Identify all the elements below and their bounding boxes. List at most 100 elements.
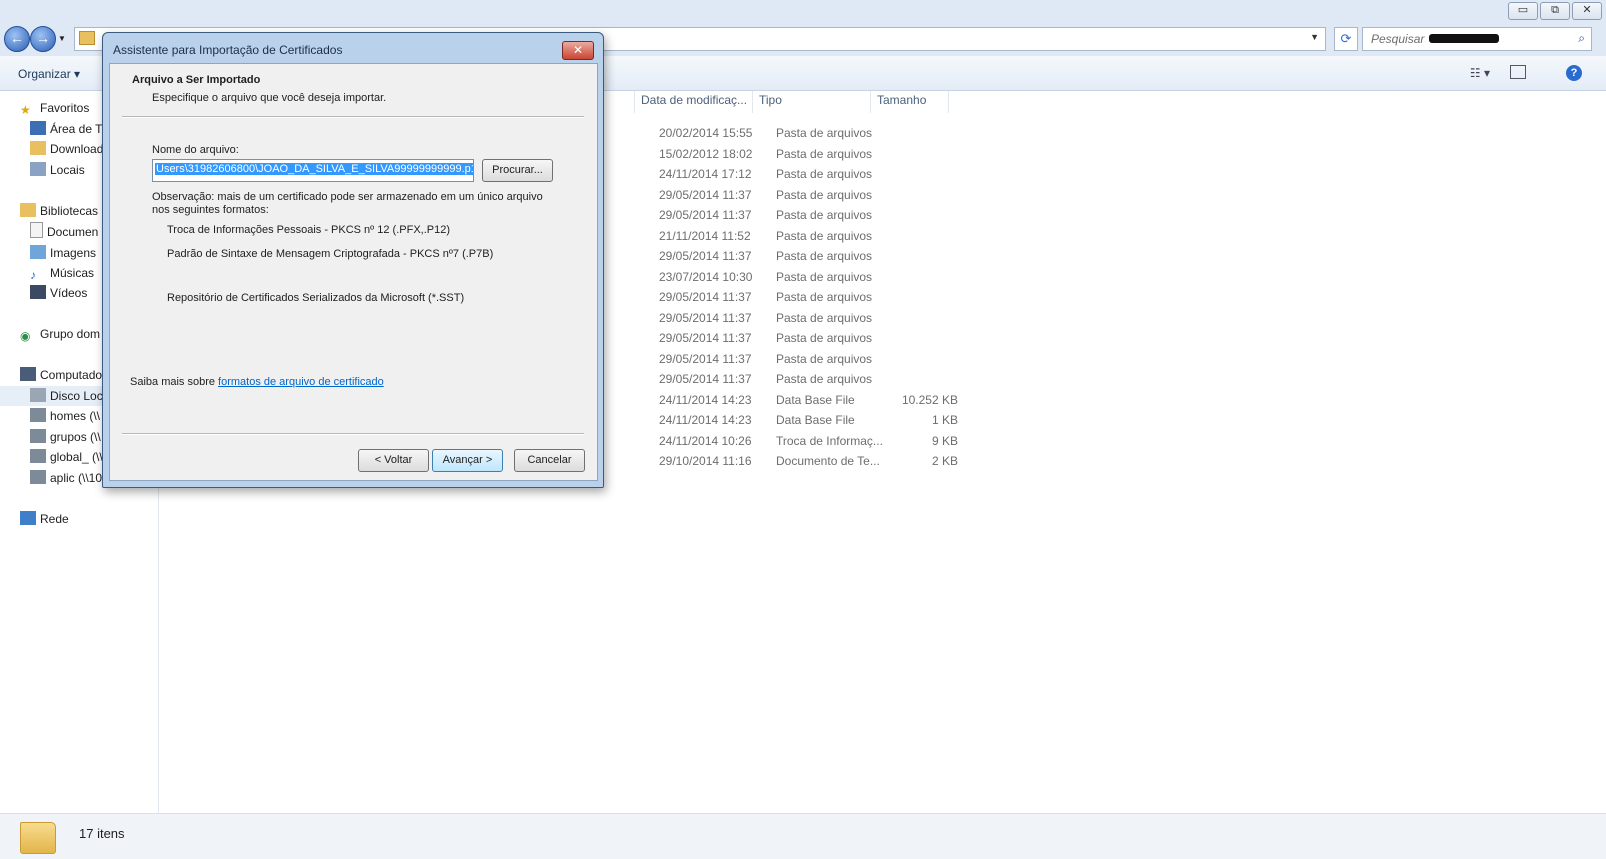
row-date: 29/05/2014 11:37 <box>659 311 752 325</box>
preview-pane-icon[interactable] <box>1510 65 1526 79</box>
nav-label: global_ (\\ <box>50 450 103 464</box>
table-row[interactable]: 29/05/2014 11:37 Pasta de arquivos <box>600 349 1000 369</box>
table-row[interactable]: 15/02/2012 18:02 Pasta de arquivos <box>600 144 1000 164</box>
next-button[interactable]: Avançar > <box>432 449 503 472</box>
nav-label: Grupo dom <box>40 327 101 341</box>
table-row[interactable]: 29/05/2014 11:37 Pasta de arquivos <box>600 287 1000 307</box>
row-type: Documento de Te... <box>776 454 880 468</box>
file-name-input[interactable]: Users\31982606800\JOAO_DA_SILVA_E_SILVA9… <box>152 159 474 182</box>
nav-label: Rede <box>40 512 69 526</box>
organize-menu[interactable]: Organizar ▾ <box>18 67 80 81</box>
row-size: 10.252 KB <box>901 393 958 407</box>
nav-label: Vídeos <box>50 286 88 300</box>
row-date: 20/02/2014 15:55 <box>659 126 753 140</box>
table-row[interactable]: 29/05/2014 11:37 Pasta de arquivos <box>600 328 1000 348</box>
row-size: 9 KB <box>931 434 958 448</box>
nav-drive-aplic[interactable]: aplic (\\10 <box>30 468 102 488</box>
table-row[interactable]: 23/07/2014 10:30 Pasta de arquivos <box>600 267 1000 287</box>
row-date: 21/11/2014 11:52 <box>659 229 751 243</box>
nav-label: Computado <box>40 368 103 382</box>
row-date: 29/10/2014 11:16 <box>659 454 752 468</box>
address-dropdown-icon[interactable]: ▼ <box>1310 32 1319 42</box>
dialog-close-button[interactable]: ✕ <box>562 41 594 60</box>
nav-drive-global[interactable]: global_ (\\ <box>30 447 103 467</box>
refresh-icon[interactable]: ⟳ <box>1334 27 1358 51</box>
table-row[interactable]: 24/11/2014 14:23 Data Base File 1 KB <box>600 410 1000 430</box>
network-icon <box>20 511 36 525</box>
format-p7b: Padrão de Sintaxe de Mensagem Criptograf… <box>167 248 494 260</box>
views-icon[interactable]: ☷ ▾ <box>1470 66 1490 80</box>
nav-pictures[interactable]: Imagens <box>30 243 96 263</box>
back-button[interactable]: < Voltar <box>358 449 429 472</box>
row-date: 24/11/2014 14:23 <box>659 393 752 407</box>
nav-computer[interactable]: Computado <box>20 365 102 385</box>
nav-desktop[interactable]: Área de Tr <box>30 119 106 139</box>
table-row[interactable]: 24/11/2014 10:26 Troca de Informaç... 9 KB <box>600 431 1000 451</box>
file-name-label: Nome do arquivo: <box>152 144 239 156</box>
column-separator <box>870 91 871 113</box>
row-type: Data Base File <box>776 413 855 427</box>
nav-videos[interactable]: Vídeos <box>30 283 87 303</box>
row-type: Pasta de arquivos <box>776 126 873 140</box>
row-type: Pasta de arquivos <box>776 270 873 284</box>
row-type: Pasta de arquivos <box>776 167 873 181</box>
folder-icon <box>79 31 95 45</box>
row-date: 29/05/2014 11:37 <box>659 372 752 386</box>
back-arrow-icon[interactable]: ← <box>4 26 30 52</box>
help-icon[interactable]: ? <box>1566 65 1582 81</box>
search-input[interactable]: Pesquisar ⌕ <box>1362 27 1592 51</box>
nav-drive-grupos[interactable]: grupos (\\ <box>30 427 101 447</box>
row-type: Pasta de arquivos <box>776 147 873 161</box>
nav-label: Músicas <box>50 266 95 280</box>
window-controls: ▭ ⧉ ✕ <box>1508 2 1602 20</box>
nav-label: Documen <box>47 225 99 239</box>
nav-libraries[interactable]: Bibliotecas <box>20 201 98 221</box>
table-row[interactable]: 29/10/2014 11:16 Documento de Te... 2 KB <box>600 451 1000 471</box>
column-header-type[interactable]: Tipo <box>759 93 782 107</box>
learn-more-text: Saiba mais sobre formatos de arquivo de … <box>130 376 384 388</box>
nav-homegroup[interactable]: ◉ Grupo dom <box>20 324 100 344</box>
column-header-date[interactable]: Data de modificaç... <box>641 93 747 107</box>
forward-arrow-icon[interactable]: → <box>30 26 56 52</box>
nav-music[interactable]: ♪ Músicas <box>30 263 94 283</box>
nav-label: Locais <box>50 163 85 177</box>
nav-drive-homes[interactable]: homes (\\ <box>30 406 100 426</box>
table-row[interactable]: 29/05/2014 11:37 Pasta de arquivos <box>600 205 1000 225</box>
row-type: Troca de Informaç... <box>776 434 883 448</box>
history-dropdown-icon[interactable]: ▼ <box>58 34 66 43</box>
search-icon[interactable]: ⌕ <box>1578 31 1585 46</box>
minimize-button[interactable]: ▭ <box>1508 2 1538 20</box>
network-drive-icon <box>30 408 46 422</box>
window-titlebar: ▭ ⧉ ✕ <box>0 0 1606 22</box>
local-disk-icon <box>30 388 46 402</box>
column-separator <box>948 91 949 113</box>
nav-places[interactable]: Locais <box>30 160 85 180</box>
table-row[interactable]: 21/11/2014 11:52 Pasta de arquivos <box>600 226 1000 246</box>
table-row[interactable]: 29/05/2014 11:37 Pasta de arquivos <box>600 369 1000 389</box>
cancel-button[interactable]: Cancelar <box>514 449 585 472</box>
close-window-button[interactable]: ✕ <box>1572 2 1602 20</box>
dialog-body: Arquivo a Ser Importado Especifique o ar… <box>109 63 598 481</box>
row-type: Pasta de arquivos <box>776 352 873 366</box>
row-type: Pasta de arquivos <box>776 311 873 325</box>
nav-documents[interactable]: Documen <box>30 222 98 242</box>
search-placeholder: Pesquisar <box>1371 32 1425 46</box>
row-date: 29/05/2014 11:37 <box>659 331 752 345</box>
browse-button[interactable]: Procurar... <box>482 159 553 182</box>
table-row[interactable]: 29/05/2014 11:37 Pasta de arquivos <box>600 246 1000 266</box>
restore-button[interactable]: ⧉ <box>1540 2 1570 20</box>
table-row[interactable]: 29/05/2014 11:37 Pasta de arquivos <box>600 185 1000 205</box>
learn-more-link[interactable]: formatos de arquivo de certificado <box>218 376 384 388</box>
nav-downloads[interactable]: Download <box>30 139 103 159</box>
table-row[interactable]: 20/02/2014 15:55 Pasta de arquivos <box>600 123 1000 143</box>
divider <box>122 433 584 435</box>
column-header-size[interactable]: Tamanho <box>877 93 926 107</box>
row-size: 1 KB <box>931 413 958 427</box>
nav-favorites[interactable]: ★ Favoritos <box>20 98 89 118</box>
table-row[interactable]: 24/11/2014 17:12 Pasta de arquivos <box>600 164 1000 184</box>
row-date: 29/05/2014 11:37 <box>659 352 752 366</box>
table-row[interactable]: 29/05/2014 11:37 Pasta de arquivos <box>600 308 1000 328</box>
nav-network[interactable]: Rede <box>20 509 69 529</box>
table-row[interactable]: 24/11/2014 14:23 Data Base File 10.252 KB <box>600 390 1000 410</box>
formats-note: Observação: mais de um certificado pode … <box>152 191 543 216</box>
